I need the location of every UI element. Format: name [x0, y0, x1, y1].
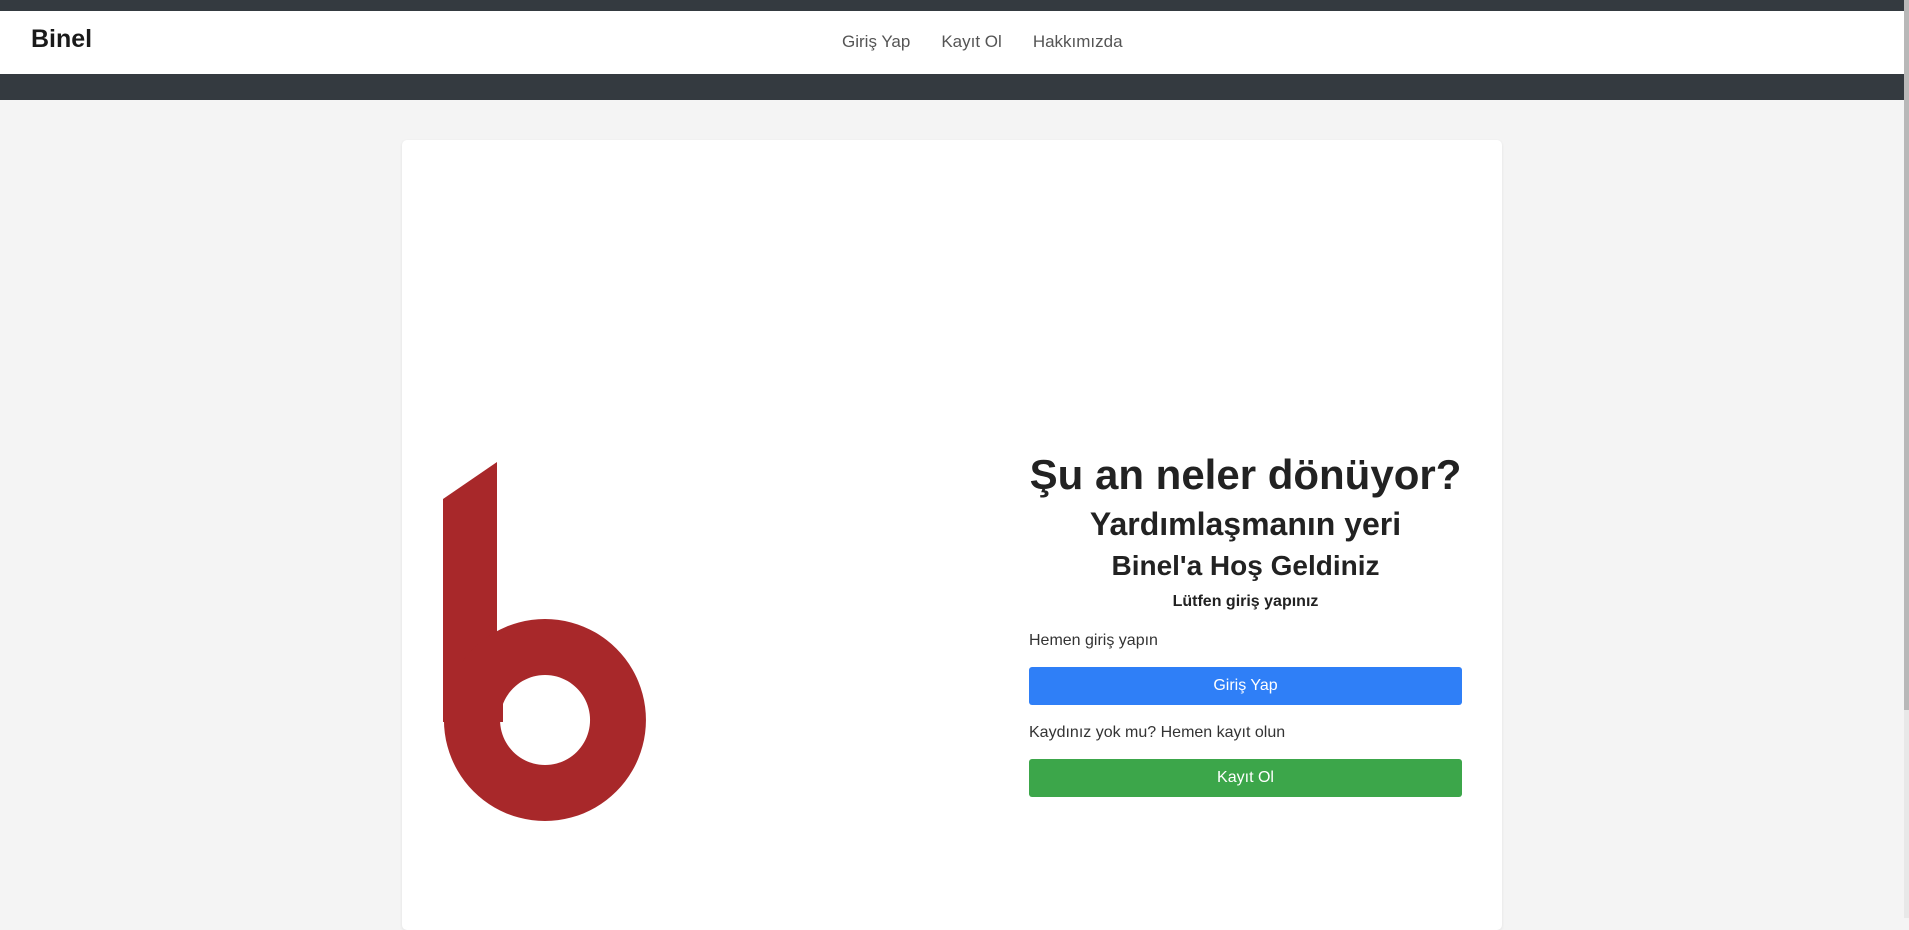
welcome-column: Şu an neler dönüyor? Yardımlaşmanın yeri… [1029, 450, 1462, 797]
headline: Şu an neler dönüyor? [1029, 451, 1462, 498]
register-label: Kaydınız yok mu? Hemen kayıt olun [1029, 724, 1286, 741]
login-prompt: Lütfen giriş yapınız [1172, 593, 1319, 610]
login-label: Hemen giriş yapın [1029, 632, 1158, 649]
register-button[interactable]: Kayıt Ol [1029, 759, 1462, 797]
binel-b-logo-icon [443, 462, 646, 821]
login-button[interactable]: Giriş Yap [1029, 667, 1462, 705]
page-scrollbar[interactable] [1904, 0, 1909, 918]
binel-logo-icon [443, 462, 647, 829]
brand-logo-text[interactable]: Binel [31, 25, 92, 54]
top-dark-strip [0, 0, 1904, 11]
nav-link-register[interactable]: Kayıt Ol [941, 32, 1001, 52]
welcome-card: Şu an neler dönüyor? Yardımlaşmanın yeri… [402, 140, 1502, 930]
subheadline: Yardımlaşmanın yeri [1089, 506, 1402, 542]
welcome-heading: Binel'a Hoş Geldiniz [1111, 550, 1380, 581]
scrollbar-thumb[interactable] [1904, 0, 1909, 710]
navbar: Binel Giriş Yap Kayıt Ol Hakkımızda [0, 11, 1904, 74]
nav-link-about[interactable]: Hakkımızda [1033, 32, 1123, 52]
nav-links: Giriş Yap Kayıt Ol Hakkımızda [842, 32, 1123, 52]
sub-dark-strip [0, 74, 1904, 100]
nav-link-login[interactable]: Giriş Yap [842, 32, 910, 52]
